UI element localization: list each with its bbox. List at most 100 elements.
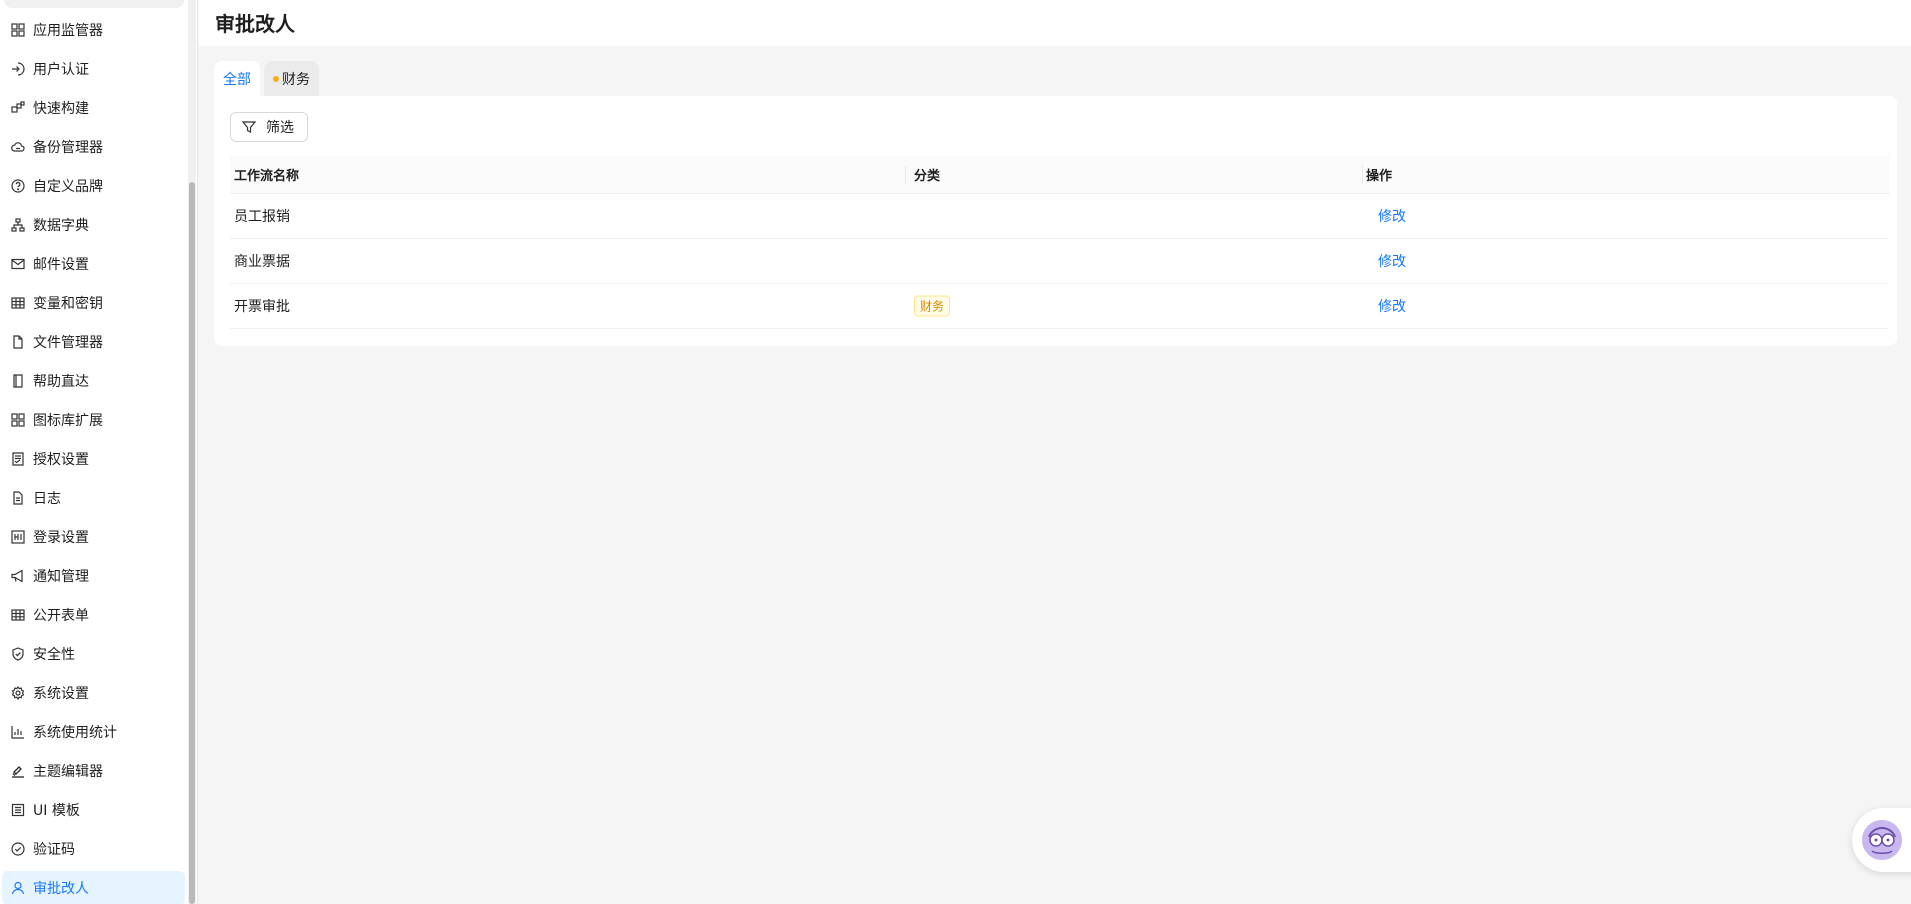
sidebar-item-authorization[interactable]: 授权设置	[2, 442, 185, 476]
sidebar-item-variables-keys[interactable]: 变量和密钥	[2, 286, 185, 320]
sidebar-item-label: 用户认证	[33, 62, 89, 78]
brush-icon	[10, 764, 25, 779]
sidebar-scrollbar-thumb[interactable]	[189, 182, 195, 904]
gear-icon	[10, 686, 25, 701]
table-row: 开票审批 财务 修改	[230, 284, 1889, 329]
filter-icon	[242, 121, 256, 133]
tab-all[interactable]: 全部	[214, 61, 260, 96]
sidebar-item-label: UI 模板	[33, 803, 80, 819]
check-circle-icon	[10, 842, 25, 857]
sidebar-item-label: 自定义品牌	[33, 179, 103, 195]
sidebar-item-label: 图标库扩展	[33, 413, 103, 429]
cell-workflow-name: 员工报销	[234, 209, 290, 225]
sidebar-item-label: 文件管理器	[33, 335, 103, 351]
sidebar-item-help-direct[interactable]: 帮助直达	[2, 364, 185, 398]
sidebar-item-captcha[interactable]: 验证码	[2, 832, 185, 866]
sidebar-item-app-monitor[interactable]: 应用监管器	[2, 13, 185, 47]
column-header-name: 工作流名称	[234, 169, 300, 184]
edit-link[interactable]: 修改	[1378, 206, 1406, 226]
table-row: 员工报销 修改	[230, 194, 1889, 239]
page-header	[199, 0, 1911, 46]
workflow-card: 筛选 工作流名称 分类 操作 员工报销 修改 商业票据 修改 开票审批 财务 修…	[214, 96, 1897, 346]
bar-chart-icon	[10, 725, 25, 740]
column-header-category: 分类	[914, 169, 941, 184]
cell-workflow-name: 商业票据	[234, 254, 290, 270]
assistant-float-button[interactable]	[1852, 808, 1911, 872]
megaphone-icon	[10, 569, 25, 584]
sidebar-item-data-dictionary[interactable]: 数据字典	[2, 208, 185, 242]
sidebar-item-security[interactable]: 安全性	[2, 637, 185, 671]
sidebar-item-label: 授权设置	[33, 452, 89, 468]
sidebar-item-label: 安全性	[33, 647, 75, 663]
login-icon	[10, 62, 25, 77]
sidebar-item-label: 通知管理	[33, 569, 89, 585]
sidebar-item-label: 登录设置	[33, 530, 89, 546]
sidebar-item-approval-reassign[interactable]: 审批改人	[2, 871, 185, 904]
blocks-icon	[10, 101, 25, 116]
sidebar-item-icon-library[interactable]: 图标库扩展	[2, 403, 185, 437]
file-text-icon	[10, 491, 25, 506]
login-settings-icon	[10, 530, 25, 545]
tab-label: 全部	[223, 71, 251, 88]
cell-workflow-name: 开票审批	[234, 299, 290, 315]
sidebar-item-user-auth[interactable]: 用户认证	[2, 52, 185, 86]
document-check-icon	[10, 452, 25, 467]
column-header-action: 操作	[1366, 169, 1393, 184]
list-box-icon	[10, 803, 25, 818]
filter-button[interactable]: 筛选	[230, 112, 308, 142]
sidebar-item-file-manager[interactable]: 文件管理器	[2, 325, 185, 359]
sidebar-item-label: 系统使用统计	[33, 725, 117, 741]
sidebar-item-system-settings[interactable]: 系统设置	[2, 676, 185, 710]
sidebar-item-public-forms[interactable]: 公开表单	[2, 598, 185, 632]
question-circle-icon	[10, 179, 25, 194]
filter-button-label: 筛选	[266, 120, 294, 136]
tab-label: 财务	[282, 71, 310, 88]
sidebar-item-label: 数据字典	[33, 218, 89, 234]
sidebar-top-item-partial[interactable]	[4, 0, 184, 8]
sidebar-item-label: 备份管理器	[33, 140, 103, 156]
page-title: 审批改人	[215, 12, 295, 36]
sidebar-item-label: 公开表单	[33, 608, 89, 624]
sidebar-item-quick-build[interactable]: 快速构建	[2, 91, 185, 125]
sidebar-item-backup-manager[interactable]: 备份管理器	[2, 130, 185, 164]
category-tag: 财务	[914, 295, 951, 317]
shield-icon	[10, 647, 25, 662]
sidebar-item-usage-stats[interactable]: 系统使用统计	[2, 715, 185, 749]
edit-link[interactable]: 修改	[1378, 251, 1406, 271]
user-icon	[10, 881, 25, 896]
sidebar-item-label: 应用监管器	[33, 23, 103, 39]
status-dot-icon	[273, 75, 279, 82]
cell-category: 财务	[914, 295, 951, 317]
table-header: 工作流名称 分类 操作	[230, 156, 1889, 194]
sidebar-item-label: 帮助直达	[33, 374, 89, 390]
sidebar: 应用监管器 用户认证 快速构建 备份管理器 自定义品牌 数据字典 邮件设置 变量…	[0, 0, 198, 904]
table-icon	[10, 608, 25, 623]
sidebar-item-label: 审批改人	[33, 881, 89, 897]
assistant-avatar-icon	[1862, 820, 1902, 860]
sidebar-item-mail-settings[interactable]: 邮件设置	[2, 247, 185, 281]
sidebar-item-label: 日志	[33, 491, 61, 507]
apps-icon	[10, 413, 25, 428]
edit-link[interactable]: 修改	[1378, 296, 1406, 316]
sidebar-item-login-settings[interactable]: 登录设置	[2, 520, 185, 554]
sidebar-item-logs[interactable]: 日志	[2, 481, 185, 515]
sidebar-item-notification[interactable]: 通知管理	[2, 559, 185, 593]
column-divider[interactable]	[1362, 166, 1363, 184]
sidebar-item-theme-editor[interactable]: 主题编辑器	[2, 754, 185, 788]
cloud-icon	[10, 140, 25, 155]
hierarchy-icon	[10, 218, 25, 233]
sidebar-item-label: 验证码	[33, 842, 75, 858]
file-icon	[10, 335, 25, 350]
mail-icon	[10, 257, 25, 272]
tab-bar: 全部 财务	[214, 61, 323, 96]
sidebar-item-label: 快速构建	[33, 101, 89, 117]
tab-finance[interactable]: 财务	[264, 61, 319, 96]
workflow-table: 工作流名称 分类 操作 员工报销 修改 商业票据 修改 开票审批 财务 修改	[230, 156, 1889, 329]
grid-icon	[10, 23, 25, 38]
table-icon	[10, 296, 25, 311]
sidebar-item-custom-brand[interactable]: 自定义品牌	[2, 169, 185, 203]
sidebar-item-ui-template[interactable]: UI 模板	[2, 793, 185, 827]
sidebar-item-label: 邮件设置	[33, 257, 89, 273]
table-row: 商业票据 修改	[230, 239, 1889, 284]
column-divider[interactable]	[905, 166, 906, 184]
